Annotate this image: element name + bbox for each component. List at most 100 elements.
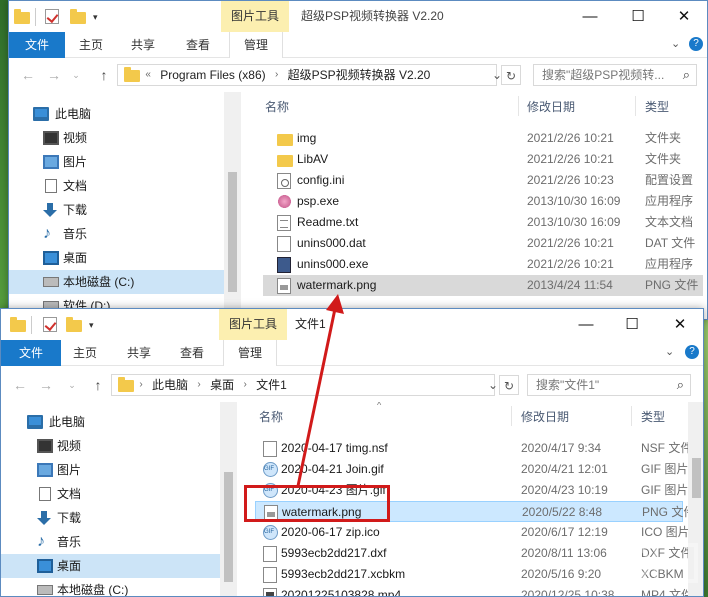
nav-item-this-pc[interactable]: 此电脑 — [1, 410, 237, 434]
nav-item-documents[interactable]: 文档 — [1, 482, 237, 506]
file-name: LibAV — [297, 152, 329, 166]
column-date-modified[interactable]: 修改日期 — [527, 98, 575, 115]
column-headers: 名称 修改日期 类型 — [243, 92, 707, 120]
file-date: 2013/10/30 16:09 — [527, 194, 621, 208]
nav-item-downloads[interactable]: 下载 — [9, 198, 241, 222]
nav-item-local-disk-c[interactable]: 本地磁盘 (C:) — [9, 270, 241, 294]
column-type[interactable]: 类型 — [641, 408, 665, 425]
maximize-button[interactable]: ☐ — [609, 309, 655, 340]
address-row: ← → ⌄ ↑ › 此电脑 › 桌面 › 文件1 ⌄ ↻ 搜索"文件1" ⌕ — [1, 368, 703, 402]
new-folder-icon[interactable] — [65, 316, 83, 334]
file-type: PNG 文件 — [645, 278, 699, 292]
file-name: 2020-04-17 timg.nsf — [281, 441, 388, 455]
nav-item-desktop[interactable]: 桌面 — [1, 554, 237, 578]
back-button[interactable]: ← — [9, 368, 31, 402]
file-icon — [263, 441, 277, 457]
back-button[interactable]: ← — [17, 58, 39, 92]
close-button[interactable]: ✕ — [657, 309, 703, 340]
search-input[interactable]: 搜索"文件1" ⌕ — [527, 374, 691, 396]
minimize-button[interactable]: — — [563, 309, 609, 340]
nav-label: 音乐 — [57, 535, 82, 549]
file-row[interactable]: watermark.png 2013/4/24 11:54 PNG 文件 — [263, 275, 703, 296]
nav-label: 文档 — [57, 487, 82, 501]
properties-icon[interactable] — [43, 8, 61, 26]
tab-home[interactable]: 主页 — [61, 340, 109, 366]
title-bar: ▾ 图片工具 文件1 — ☐ ✕ — [1, 309, 703, 340]
nav-item-this-pc[interactable]: 此电脑 — [9, 102, 241, 126]
file-row[interactable]: 2020-04-17 timg.nsf 2020/4/17 9:34 NSF 文件 — [255, 438, 692, 459]
tab-home[interactable]: 主页 — [67, 32, 115, 58]
breadcrumb-folder1[interactable]: 文件1 — [256, 375, 287, 395]
nav-item-pictures[interactable]: 图片 — [9, 150, 241, 174]
tab-manage[interactable]: 管理 — [229, 32, 283, 58]
tab-share[interactable]: 共享 — [119, 32, 167, 58]
new-folder-icon[interactable] — [69, 8, 87, 26]
music-note-icon: ♪ — [37, 533, 45, 550]
scrollbar-thumb[interactable] — [228, 172, 237, 292]
file-row[interactable]: psp.exe 2013/10/30 16:09 应用程序 — [263, 191, 703, 212]
navigation-pane: 此电脑 视频 图片 文档 下载 ♪ 音乐 桌面 本地磁盘 (C:) — [9, 92, 241, 319]
column-type[interactable]: 类型 — [645, 98, 669, 115]
maximize-button[interactable]: ☐ — [615, 1, 661, 32]
nav-item-music[interactable]: ♪ 音乐 — [1, 530, 237, 554]
file-row[interactable]: unins000.exe 2021/2/26 10:21 应用程序 — [263, 254, 703, 275]
refresh-icon[interactable]: ↻ — [499, 375, 519, 395]
nav-item-documents[interactable]: 文档 — [9, 174, 241, 198]
customize-toolbar-chevron-icon[interactable]: ▾ — [93, 8, 111, 26]
column-name[interactable]: 名称 — [259, 408, 283, 425]
search-placeholder: 搜索"超级PSP视频转... — [542, 68, 665, 82]
address-bar[interactable]: › 此电脑 › 桌面 › 文件1 — [111, 374, 495, 396]
file-row[interactable]: 2020-04-21 Join.gif 2020/4/21 12:01 GIF 图片 — [255, 459, 688, 480]
recent-locations-chevron-icon[interactable]: ⌄ — [65, 58, 87, 92]
recent-locations-chevron-icon[interactable]: ⌄ — [61, 368, 83, 402]
nav-item-videos[interactable]: 视频 — [9, 126, 241, 150]
search-input[interactable]: 搜索"超级PSP视频转... ⌕ — [533, 64, 697, 86]
file-date: 2021/2/26 10:23 — [527, 173, 614, 187]
nav-scrollbar[interactable] — [224, 92, 241, 319]
breadcrumb-program-files[interactable]: Program Files (x86) — [160, 65, 265, 85]
nav-item-videos[interactable]: 视频 — [1, 434, 237, 458]
up-button[interactable]: ↑ — [87, 368, 109, 402]
help-icon[interactable]: ? — [685, 345, 699, 359]
nav-item-downloads[interactable]: 下载 — [1, 506, 237, 530]
tab-view[interactable]: 查看 — [167, 340, 217, 366]
nav-item-pictures[interactable]: 图片 — [1, 458, 237, 482]
file-row[interactable]: LibAV 2021/2/26 10:21 文件夹 — [263, 149, 703, 170]
column-date-modified[interactable]: 修改日期 — [521, 408, 569, 425]
minimize-button[interactable]: — — [567, 1, 613, 32]
breadcrumb-app-folder[interactable]: 超级PSP视频转换器 V2.20 — [288, 65, 431, 85]
column-name[interactable]: 名称 — [265, 98, 289, 115]
file-row[interactable]: Readme.txt 2013/10/30 16:09 文本文档 — [263, 212, 703, 233]
title-bar: ▾ 图片工具 超级PSP视频转换器 V2.20 — ☐ ✕ — [9, 1, 707, 32]
properties-icon[interactable] — [41, 316, 59, 334]
forward-button[interactable]: → — [43, 58, 65, 92]
ribbon-expand-chevron-icon[interactable]: ⌄ — [671, 37, 680, 50]
customize-toolbar-chevron-icon[interactable]: ▾ — [89, 316, 107, 334]
file-name: 5993ecb2dd217.xcbkm — [281, 567, 406, 581]
up-button[interactable]: ↑ — [93, 58, 115, 92]
tab-share[interactable]: 共享 — [115, 340, 163, 366]
scrollbar-thumb[interactable] — [224, 472, 233, 582]
forward-button[interactable]: → — [35, 368, 57, 402]
tab-file[interactable]: 文件 — [9, 32, 65, 58]
nav-item-local-disk-c[interactable]: 本地磁盘 (C:) — [1, 578, 237, 597]
refresh-icon[interactable]: ↻ — [501, 65, 521, 85]
breadcrumb-overflow[interactable]: « — [145, 65, 151, 85]
tab-view[interactable]: 查看 — [173, 32, 223, 58]
breadcrumb-desktop[interactable]: 桌面 — [210, 375, 234, 395]
address-bar[interactable]: « Program Files (x86) › 超级PSP视频转换器 V2.20 — [117, 64, 497, 86]
ribbon-expand-chevron-icon[interactable]: ⌄ — [665, 345, 674, 358]
file-row[interactable]: unins000.dat 2021/2/26 10:21 DAT 文件 — [263, 233, 703, 254]
nav-scrollbar[interactable] — [220, 402, 237, 596]
file-row[interactable]: config.ini 2021/2/26 10:23 配置设置 — [263, 170, 703, 191]
tab-manage[interactable]: 管理 — [223, 340, 277, 366]
file-row[interactable]: img 2021/2/26 10:21 文件夹 — [263, 128, 703, 149]
nav-item-music[interactable]: ♪ 音乐 — [9, 222, 241, 246]
tab-file[interactable]: 文件 — [1, 340, 61, 366]
breadcrumb-this-pc[interactable]: 此电脑 — [152, 375, 188, 395]
nav-item-desktop[interactable]: 桌面 — [9, 246, 241, 270]
scrollbar-thumb[interactable] — [692, 458, 701, 498]
close-button[interactable]: ✕ — [661, 1, 707, 32]
help-icon[interactable]: ? — [689, 37, 703, 51]
nav-label: 本地磁盘 (C:) — [57, 583, 129, 597]
